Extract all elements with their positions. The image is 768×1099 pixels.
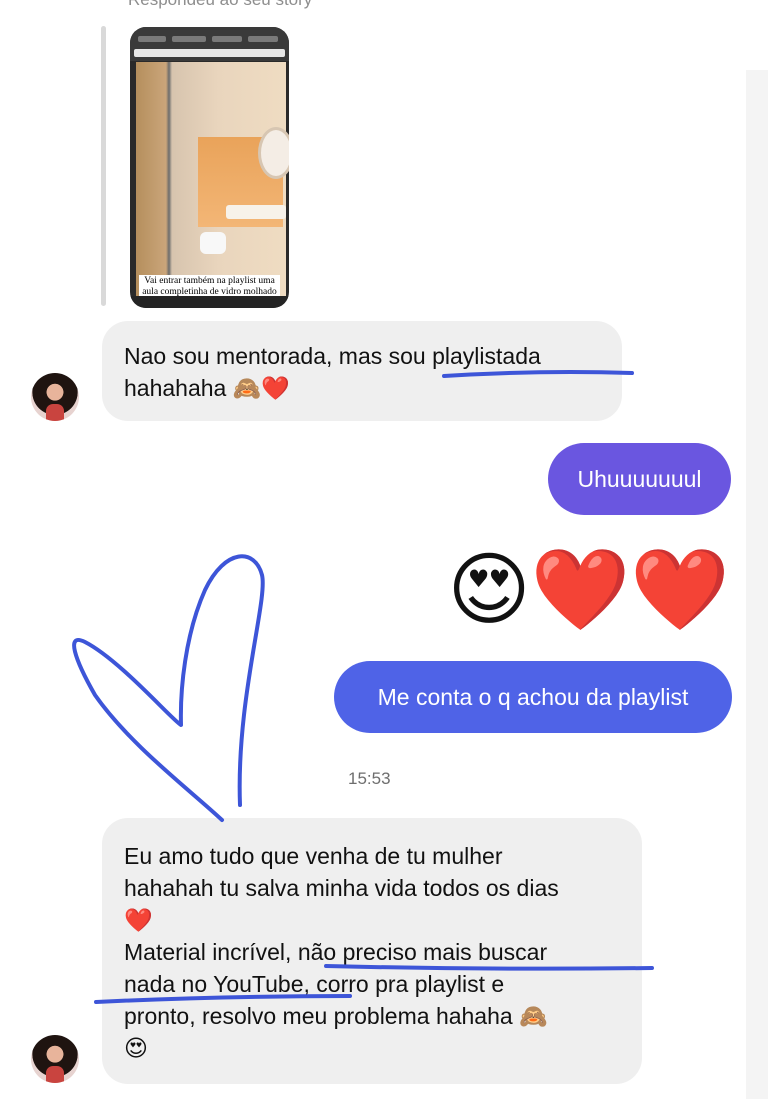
message-text: Me conta o q achou da playlist <box>377 684 689 710</box>
emoji-message: 😍❤️❤️ <box>447 545 730 634</box>
message-bubble-incoming: Nao sou mentorada, mas sou playlistada h… <box>102 321 622 421</box>
annotation-heart <box>72 554 265 822</box>
thumbnail-caption: Vai entrar também na playlist uma aula c… <box>139 275 280 298</box>
message-bubble-outgoing: Uhuuuuuuul <box>548 443 731 515</box>
story-reply-caption: Respondeu ao seu story <box>128 0 312 10</box>
contact-avatar[interactable] <box>31 1035 79 1083</box>
message-line: ❤️ <box>124 907 153 933</box>
story-thumbnail[interactable]: Vai entrar também na playlist uma aula c… <box>130 27 289 308</box>
message-line: 😍 <box>124 1035 148 1061</box>
thumbnail-address-bar <box>134 49 285 57</box>
contact-avatar[interactable] <box>31 373 79 421</box>
message-text: Nao sou mentorada, mas sou playlistada h… <box>124 343 541 401</box>
scroll-gutter <box>746 70 768 1099</box>
message-line: pronto, resolvo meu problema hahaha 🙈 <box>124 1003 548 1029</box>
message-timestamp: 15:53 <box>348 769 391 788</box>
message-line: nada no YouTube, corro pra playlist e <box>124 971 505 997</box>
message-line: hahahah tu salva minha vida todos os dia… <box>124 875 559 901</box>
message-line: Material incrível, não preciso mais busc… <box>124 939 548 965</box>
message-bubble-incoming: Eu amo tudo que venha de tu mulher hahah… <box>102 818 642 1084</box>
message-line: Eu amo tudo que venha de tu mulher <box>124 843 503 869</box>
reply-quote-bar <box>101 26 106 306</box>
message-text: Uhuuuuuuul <box>577 466 702 492</box>
message-bubble-outgoing: Me conta o q achou da playlist <box>334 661 732 733</box>
